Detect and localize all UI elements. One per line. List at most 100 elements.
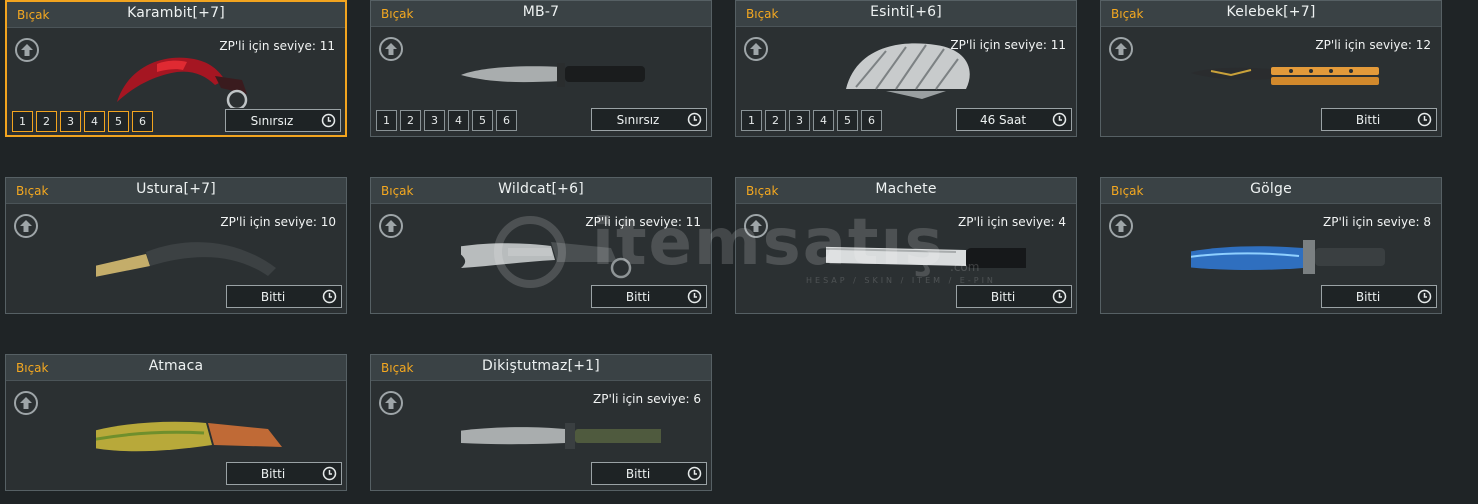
- item-card-wildcat[interactable]: Bıçak Wildcat[+6] ZP'li için seviye: 11 …: [370, 177, 712, 314]
- level-1-button[interactable]: 1: [12, 111, 33, 132]
- item-name: Dikiştutmaz[+1]: [482, 358, 600, 374]
- upgrade-arrow-icon[interactable]: [379, 391, 403, 415]
- level-5-button[interactable]: 5: [472, 110, 493, 131]
- duration-box: Bitti: [1321, 285, 1437, 308]
- enhance-level-buttons: 123456: [376, 109, 520, 131]
- card-header: Bıçak Ustura[+7]: [6, 178, 346, 204]
- item-name: Atmaca: [148, 358, 204, 374]
- machete-icon: [826, 246, 1026, 268]
- level-2-button[interactable]: 2: [400, 110, 421, 131]
- item-card-dikistutmaz[interactable]: Bıçak Dikiştutmaz[+1] ZP'li için seviye:…: [370, 354, 712, 491]
- upgrade-arrow-icon[interactable]: [1109, 37, 1133, 61]
- duration-box: Bitti: [1321, 108, 1437, 131]
- level-2-button[interactable]: 2: [36, 111, 57, 132]
- item-name: Gölge: [1250, 181, 1292, 197]
- level-4-button[interactable]: 4: [448, 110, 469, 131]
- duration-box: Bitti: [591, 285, 707, 308]
- card-header: Bıçak Dikiştutmaz[+1]: [371, 355, 711, 381]
- item-name: Kelebek[+7]: [1226, 4, 1316, 20]
- karambit-icon: [117, 57, 248, 108]
- enhance-level-buttons: 123456: [12, 110, 156, 132]
- level-4-button[interactable]: 4: [813, 110, 834, 131]
- upgrade-arrow-icon[interactable]: [744, 37, 768, 61]
- level-1-button[interactable]: 1: [376, 110, 397, 131]
- clock-icon: [1417, 289, 1432, 304]
- level-6-button[interactable]: 6: [861, 110, 882, 131]
- duration-box: Bitti: [226, 285, 342, 308]
- duration-value: Sınırsız: [616, 113, 660, 127]
- level-3-button[interactable]: 3: [60, 111, 81, 132]
- item-card-machete[interactable]: Bıçak Machete ZP'li için seviye: 4 Bitti: [735, 177, 1077, 314]
- card-header: Bıçak MB-7: [371, 1, 711, 27]
- clock-icon: [1052, 289, 1067, 304]
- level-5-button[interactable]: 5: [837, 110, 858, 131]
- card-header: Bıçak Wildcat[+6]: [371, 178, 711, 204]
- duration-value: Bitti: [1355, 290, 1381, 304]
- level-6-button[interactable]: 6: [496, 110, 517, 131]
- razor-knife-icon: [96, 242, 276, 277]
- item-card-golge[interactable]: Bıçak Gölge ZP'li için seviye: 8 Bitti: [1100, 177, 1442, 314]
- duration-value: 46 Saat: [979, 113, 1027, 127]
- clock-icon: [687, 112, 702, 127]
- duration-box: Bitti: [591, 462, 707, 485]
- enhance-level-buttons: 123456: [741, 109, 885, 131]
- level-5-button[interactable]: 5: [108, 111, 129, 132]
- card-header: Bıçak Machete: [736, 178, 1076, 204]
- clock-icon: [322, 289, 337, 304]
- item-card-atmaca[interactable]: Bıçak Atmaca Bitti: [5, 354, 347, 491]
- item-card-kelebek[interactable]: Bıçak Kelebek[+7] ZP'li için seviye: 12 …: [1100, 0, 1442, 137]
- level-3-button[interactable]: 3: [424, 110, 445, 131]
- item-card-ustura[interactable]: Bıçak Ustura[+7] ZP'li için seviye: 10 B…: [5, 177, 347, 314]
- upgrade-arrow-icon[interactable]: [744, 214, 768, 238]
- duration-value: Bitti: [260, 290, 286, 304]
- item-name: Karambit[+7]: [127, 5, 225, 21]
- duration-value: Sınırsız: [250, 114, 294, 128]
- wildcat-knife-icon: [461, 242, 632, 279]
- item-name: Machete: [875, 181, 937, 197]
- item-name: Wildcat[+6]: [498, 181, 584, 197]
- clock-icon: [1052, 112, 1067, 127]
- card-header: Bıçak Karambit[+7]: [7, 2, 345, 28]
- upgrade-arrow-icon[interactable]: [14, 214, 38, 238]
- duration-value: Bitti: [260, 467, 286, 481]
- duration-value: Bitti: [625, 467, 651, 481]
- clock-icon: [321, 113, 336, 128]
- duration-value: Bitti: [1355, 113, 1381, 127]
- item-card-esinti[interactable]: Bıçak Esinti[+6] ZP'li için seviye: 11 1…: [735, 0, 1077, 137]
- clock-icon: [687, 466, 702, 481]
- butterfly-knife-icon: [1191, 67, 1379, 85]
- clock-icon: [322, 466, 337, 481]
- combat-knife-icon: [461, 63, 645, 87]
- level-4-button[interactable]: 4: [84, 111, 105, 132]
- item-name: Esinti[+6]: [870, 4, 942, 20]
- duration-value: Bitti: [990, 290, 1016, 304]
- level-2-button[interactable]: 2: [765, 110, 786, 131]
- upgrade-arrow-icon[interactable]: [379, 37, 403, 61]
- level-3-button[interactable]: 3: [789, 110, 810, 131]
- kukri-icon: [96, 421, 282, 452]
- duration-box: Bitti: [226, 462, 342, 485]
- duration-value: Bitti: [625, 290, 651, 304]
- fan-blade-icon: [846, 43, 970, 99]
- item-card-mb7[interactable]: Bıçak MB-7 123456 Sınırsız: [370, 0, 712, 137]
- level-6-button[interactable]: 6: [132, 111, 153, 132]
- upgrade-arrow-icon[interactable]: [1109, 214, 1133, 238]
- upgrade-arrow-icon[interactable]: [14, 391, 38, 415]
- duration-box: Sınırsız: [591, 108, 707, 131]
- item-card-karambit[interactable]: Bıçak Karambit[+7] ZP'li için seviye: 11…: [5, 0, 347, 137]
- clock-icon: [1417, 112, 1432, 127]
- card-header: Bıçak Gölge: [1101, 178, 1441, 204]
- clock-icon: [687, 289, 702, 304]
- upgrade-arrow-icon[interactable]: [379, 214, 403, 238]
- item-name: Ustura[+7]: [136, 181, 216, 197]
- card-header: Bıçak Esinti[+6]: [736, 1, 1076, 27]
- duration-box: Bitti: [956, 285, 1072, 308]
- duration-box: Sınırsız: [225, 109, 341, 132]
- duration-box: 46 Saat: [956, 108, 1072, 131]
- card-header: Bıçak Kelebek[+7]: [1101, 1, 1441, 27]
- level-1-button[interactable]: 1: [741, 110, 762, 131]
- item-name: MB-7: [522, 4, 560, 20]
- spear-knife-icon: [461, 423, 661, 449]
- upgrade-arrow-icon[interactable]: [15, 38, 39, 62]
- dagger-icon: [1191, 240, 1385, 274]
